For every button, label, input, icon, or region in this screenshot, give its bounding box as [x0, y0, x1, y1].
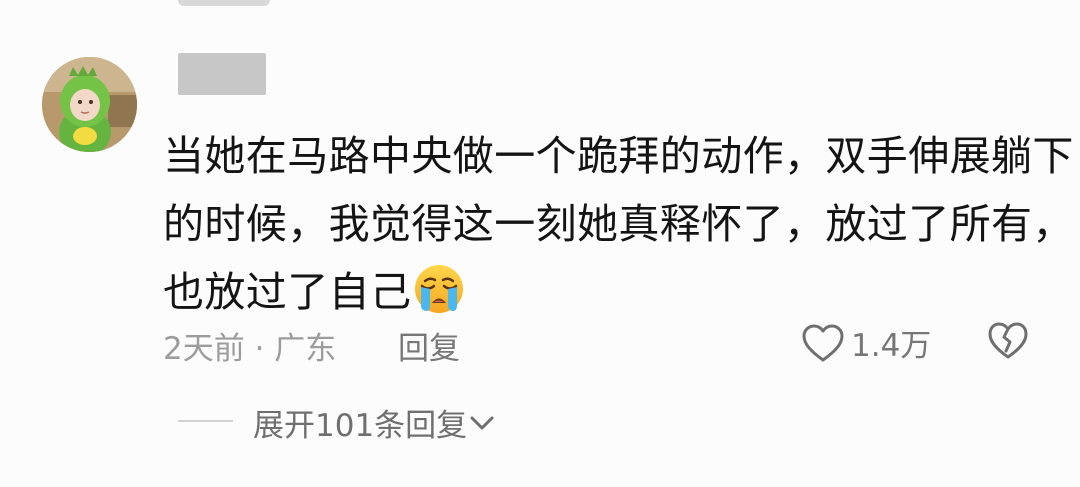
- comment-line-text: 也放过了自己: [163, 268, 412, 316]
- heart-outline-icon: [802, 324, 844, 361]
- crying-face-icon: [415, 265, 464, 313]
- expand-replies-label: 展开101条回复: [253, 408, 468, 444]
- comment-line: 的时候，我觉得这一刻她真释怀了，放过了所有，: [163, 200, 1074, 248]
- previous-item-fragment: [178, 0, 270, 6]
- redacted-username: [178, 53, 266, 95]
- expand-replies-button[interactable]: 展开101条回复: [253, 400, 497, 445]
- comment-meta-time-location: 2天前 · 广东: [163, 331, 337, 367]
- comment-line: 也放过了自己: [163, 258, 1043, 326]
- avatar[interactable]: [42, 57, 137, 152]
- dislike-button[interactable]: [987, 322, 1029, 364]
- replies-divider: [178, 420, 233, 422]
- reply-button[interactable]: 回复: [398, 323, 460, 368]
- broken-heart-icon: [988, 322, 1028, 359]
- like-button[interactable]: 1.4万: [801, 320, 931, 365]
- chevron-down-icon: [470, 416, 494, 429]
- avatar-image: [42, 57, 137, 152]
- like-count: 1.4万: [851, 328, 932, 364]
- comment-line: 当她在马路中央做一个跪拜的动作，双手伸展躺下: [163, 132, 1074, 180]
- comment-text: 当她在马路中央做一个跪拜的动作，双手伸展躺下 的时候，我觉得这一刻她真释怀了，放…: [163, 122, 1074, 326]
